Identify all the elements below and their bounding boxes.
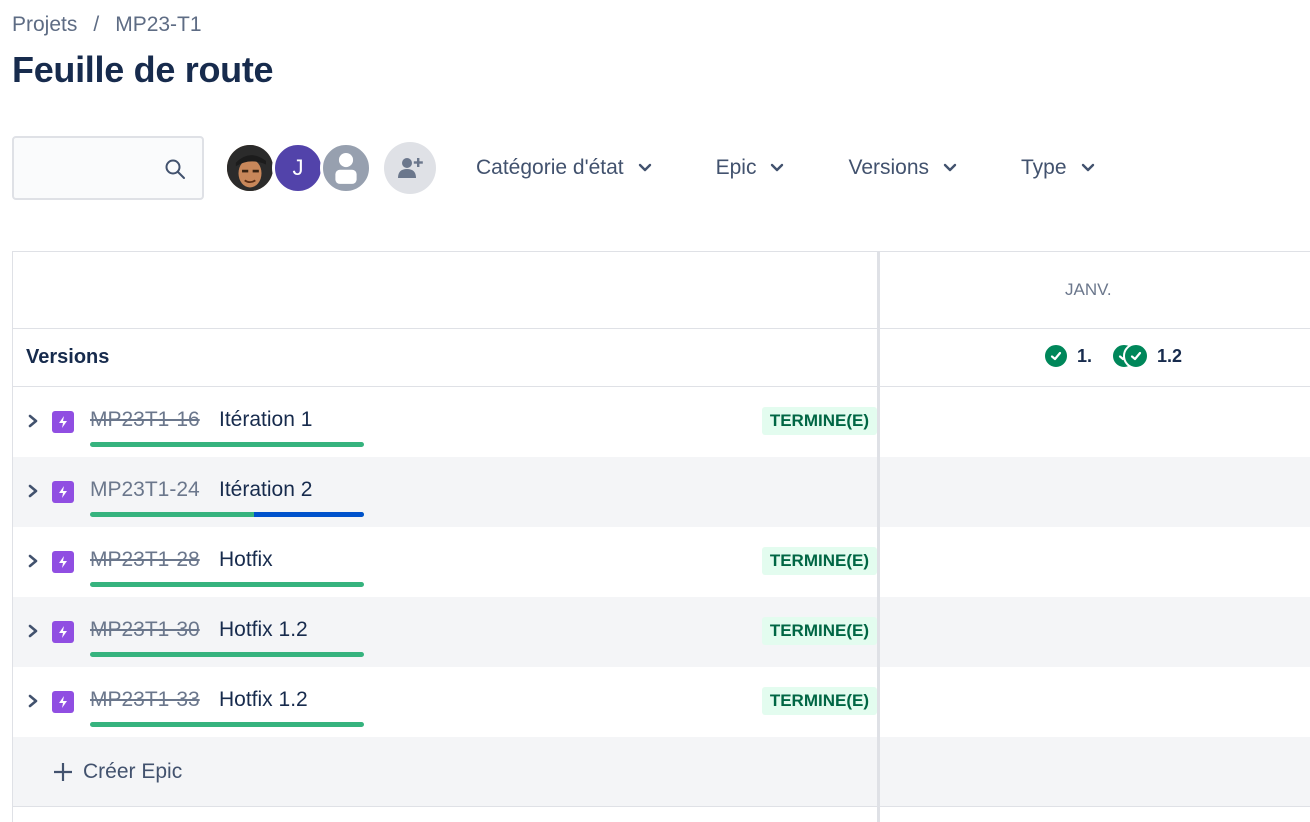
status-badge: TERMINE(E) bbox=[761, 407, 877, 435]
page-title: Feuille de route bbox=[12, 49, 274, 90]
epic-row[interactable]: MP23T1-33 Hotfix 1.2 TERMINE(E) bbox=[13, 667, 877, 737]
versions-row: Versions bbox=[13, 329, 877, 387]
chevron-down-icon bbox=[943, 163, 957, 172]
epic-title[interactable]: Itération 2 bbox=[219, 478, 312, 502]
check-circle-icon bbox=[1123, 343, 1149, 369]
filter-label: Epic bbox=[715, 156, 757, 179]
add-user-icon bbox=[398, 158, 423, 178]
status-badge: TERMINE(E) bbox=[761, 687, 877, 715]
assignee-avatars: J bbox=[224, 142, 436, 194]
epic-key[interactable]: MP23T1-16 bbox=[90, 408, 200, 432]
add-user-button[interactable] bbox=[384, 142, 436, 194]
avatar-initial: J bbox=[292, 155, 304, 180]
list-header bbox=[13, 252, 877, 329]
create-epic-button[interactable]: Créer Epic bbox=[13, 737, 877, 807]
user-generic-icon bbox=[335, 152, 357, 184]
avatar[interactable] bbox=[224, 142, 276, 194]
timeline-row bbox=[880, 527, 1310, 597]
epic-progress-bar bbox=[90, 722, 364, 727]
epic-title[interactable]: Hotfix bbox=[219, 548, 273, 572]
month-label: JANV. bbox=[1065, 280, 1112, 299]
chevron-down-icon bbox=[638, 163, 651, 172]
status-badge: TERMINE(E) bbox=[761, 547, 877, 575]
breadcrumb-separator: / bbox=[93, 13, 100, 36]
progress-in-progress-segment bbox=[254, 512, 364, 517]
timeline-row bbox=[880, 387, 1310, 457]
filter-label: Versions bbox=[848, 156, 930, 179]
toolbar: J Catégorie d'état Epic Versions Type bbox=[12, 136, 1095, 200]
epic-title[interactable]: Hotfix 1.2 bbox=[219, 688, 308, 712]
search-box bbox=[12, 136, 204, 200]
epic-progress-bar bbox=[90, 442, 364, 447]
release-marker[interactable]: 1. bbox=[1043, 343, 1092, 369]
epic-row[interactable]: MP23T1-24 Itération 2 bbox=[13, 457, 877, 527]
epic-key[interactable]: MP23T1-24 bbox=[90, 478, 200, 502]
roadmap-grid: Versions MP23T1-16 Itération 1 TERMINE(E… bbox=[12, 251, 1310, 822]
epic-type-icon bbox=[52, 621, 74, 643]
timeline-row bbox=[880, 667, 1310, 737]
timeline-row bbox=[880, 457, 1310, 527]
versions-timeline-row: 1. 1.2 bbox=[880, 329, 1310, 387]
plus-icon bbox=[54, 762, 72, 781]
timeline-row bbox=[880, 737, 1310, 807]
chevron-right-icon[interactable] bbox=[26, 623, 40, 639]
epic-type-icon bbox=[52, 481, 74, 503]
chevron-right-icon[interactable] bbox=[26, 483, 40, 499]
epic-type-icon bbox=[52, 411, 74, 433]
filter-status-category[interactable]: Catégorie d'état bbox=[476, 156, 652, 180]
avatar[interactable] bbox=[320, 142, 372, 194]
status-badge: TERMINE(E) bbox=[761, 617, 877, 645]
search-input[interactable] bbox=[14, 138, 154, 196]
epic-row[interactable]: MP23T1-16 Itération 1 TERMINE(E) bbox=[13, 387, 877, 457]
user-photo-icon bbox=[227, 145, 273, 191]
check-circle-icon bbox=[1043, 343, 1069, 369]
epic-type-icon bbox=[52, 691, 74, 713]
release-label: 1. bbox=[1077, 345, 1093, 366]
release-marker[interactable]: 1.2 bbox=[1123, 343, 1182, 369]
epic-key[interactable]: MP23T1-33 bbox=[90, 688, 200, 712]
epic-key[interactable]: MP23T1-28 bbox=[90, 548, 200, 572]
filter-type[interactable]: Type bbox=[1021, 156, 1095, 180]
timeline-row bbox=[880, 597, 1310, 667]
epic-type-icon bbox=[52, 551, 74, 573]
chevron-right-icon[interactable] bbox=[26, 553, 40, 569]
chevron-right-icon[interactable] bbox=[26, 693, 40, 709]
epic-progress-bar bbox=[90, 512, 364, 517]
search-icon[interactable] bbox=[164, 158, 186, 180]
release-label: 1.2 bbox=[1157, 345, 1183, 366]
epic-title[interactable]: Itération 1 bbox=[219, 408, 312, 432]
filter-versions[interactable]: Versions bbox=[848, 156, 957, 180]
epic-row[interactable]: MP23T1-28 Hotfix TERMINE(E) bbox=[13, 527, 877, 597]
filter-label: Catégorie d'état bbox=[476, 156, 624, 179]
create-epic-label: Créer Epic bbox=[83, 759, 183, 783]
chevron-down-icon bbox=[771, 163, 784, 172]
breadcrumb-project-link[interactable]: MP23-T1 bbox=[115, 13, 201, 37]
epic-list-panel: Versions MP23T1-16 Itération 1 TERMINE(E… bbox=[13, 252, 877, 822]
epic-title[interactable]: Hotfix 1.2 bbox=[219, 618, 308, 642]
filter-label: Type bbox=[1021, 156, 1067, 179]
filter-epic[interactable]: Epic bbox=[716, 156, 785, 180]
chevron-right-icon[interactable] bbox=[26, 413, 40, 429]
epic-progress-bar bbox=[90, 582, 364, 587]
timeline-header: JANV. bbox=[880, 252, 1310, 329]
epic-key[interactable]: MP23T1-30 bbox=[90, 618, 200, 642]
chevron-down-icon bbox=[1081, 163, 1094, 172]
timeline-panel: JANV. 1. 1.2 bbox=[880, 252, 1310, 822]
avatar[interactable]: J bbox=[272, 142, 324, 194]
breadcrumb-projects-link[interactable]: Projets bbox=[12, 13, 77, 37]
epic-progress-bar bbox=[90, 652, 364, 657]
epic-row[interactable]: MP23T1-30 Hotfix 1.2 TERMINE(E) bbox=[13, 597, 877, 667]
breadcrumb: Projets / MP23-T1 bbox=[12, 13, 202, 37]
versions-label: Versions bbox=[26, 346, 110, 368]
